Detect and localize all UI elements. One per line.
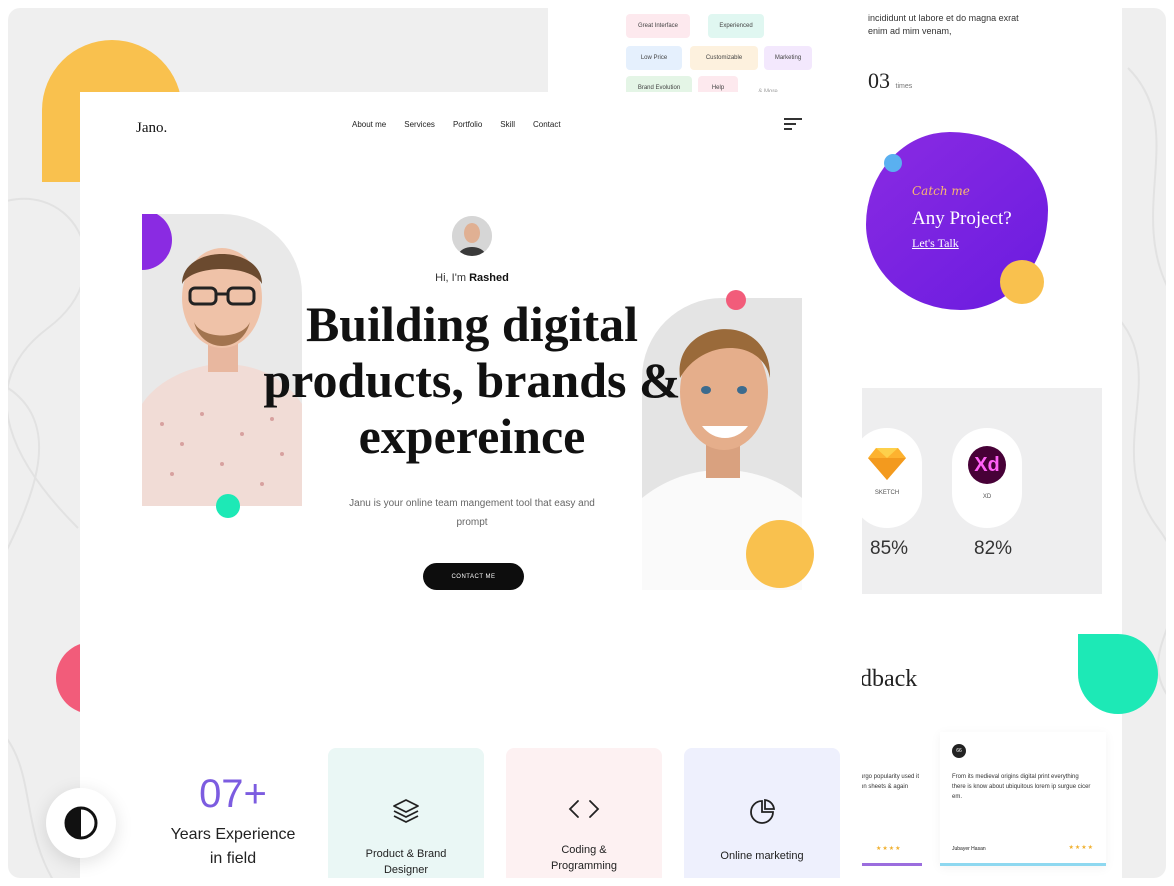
service-label: Coding & Programming — [550, 844, 618, 872]
times-number: 03 — [868, 68, 890, 93]
pie-chart-icon — [750, 799, 775, 824]
hero-headline: Building digital products, brands & expe… — [263, 296, 681, 464]
intro-line: incididunt ut labore et do magna exrat — [868, 13, 1019, 23]
skill-card-xd: Xd XD — [952, 428, 1022, 528]
feedback-accent-bar — [940, 863, 1106, 866]
feature-chip: Marketing — [764, 46, 812, 70]
skill-percent: 85% — [870, 538, 909, 559]
layers-icon — [393, 799, 419, 823]
intro-text: incididunt ut labore et do magna exrat e… — [868, 12, 1019, 38]
blob-script-text: Catch me — [912, 184, 970, 198]
skill-percent: 82% — [974, 538, 1013, 559]
service-label: Online marketing — [720, 850, 804, 862]
service-card-marketing[interactable]: Online marketing — [684, 748, 840, 878]
logo[interactable]: Jano. — [136, 120, 167, 137]
service-card-design[interactable]: Product & Brand Designer — [328, 748, 484, 878]
times-unit: times — [895, 83, 913, 90]
contact-me-button[interactable]: CONTACT ME — [423, 563, 524, 590]
avatar: 66 — [952, 744, 966, 758]
feature-chip: Brand Evolution — [626, 76, 692, 92]
nav-item-skill[interactable]: Skill — [500, 120, 515, 129]
nav-item-contact[interactable]: Contact — [533, 120, 561, 129]
intro-line: enim ad mim venam, — [868, 26, 952, 36]
showcase-stage: Great Interface Experienced Low Price Cu… — [8, 8, 1166, 878]
hamburger-menu-icon[interactable] — [784, 118, 802, 133]
experience-number: 07+ — [199, 772, 267, 816]
feature-chip: Great Interface — [626, 14, 690, 38]
blue-dot — [884, 154, 902, 172]
feedback-text: From its medieval origins digital print … — [952, 774, 1091, 800]
yellow-circle — [746, 520, 814, 588]
rating-stars: ★★★★ — [876, 846, 902, 852]
skill-card-sketch: SKETCH — [860, 428, 922, 528]
main-nav: About me Services Portfolio Skill Contac… — [352, 120, 561, 129]
sketch-icon — [868, 448, 906, 480]
feature-chip: Experienced — [708, 14, 764, 38]
avatar — [452, 216, 492, 256]
greeting-name: Rashed — [469, 272, 509, 284]
hero-subtext: Janu is your online team mangement tool … — [349, 498, 595, 528]
pink-dot — [726, 290, 746, 310]
experience-stat: 07+ Years Experience in field — [168, 772, 298, 871]
service-label: Product & Brand Designer — [365, 848, 447, 876]
feedback-card: 66 From its medieval origins digital pri… — [940, 732, 1106, 866]
xd-icon: Xd — [968, 446, 1006, 484]
feedback-title: dback — [860, 666, 918, 692]
contrast-icon — [64, 806, 98, 840]
experience-label: Years Experience in field — [170, 826, 296, 867]
theme-toggle-button[interactable] — [46, 788, 116, 858]
right-preview-panel: incididunt ut labore et do magna exrat e… — [860, 8, 1122, 878]
nav-item-services[interactable]: Services — [404, 120, 435, 129]
back-card-features: Great Interface Experienced Low Price Cu… — [548, 8, 868, 92]
times-counter: 03 times — [868, 68, 912, 94]
blob-title: Any Project? — [912, 208, 1012, 229]
feedback-text: urgo popularity used it on sheets & agai… — [860, 774, 920, 790]
skill-label: XD — [982, 494, 992, 500]
yellow-dot — [1000, 260, 1044, 304]
skill-label: SKETCH — [874, 490, 900, 496]
reviewer-name: Jubayer Hasan — [952, 846, 986, 852]
service-card-coding[interactable]: Coding & Programming — [506, 748, 662, 878]
feature-chip: Customizable — [690, 46, 758, 70]
main-landing-card: Jano. About me Services Portfolio Skill … — [80, 92, 862, 878]
nav-item-portfolio[interactable]: Portfolio — [453, 120, 482, 129]
nav-item-about[interactable]: About me — [352, 120, 386, 129]
feature-chip: Help — [698, 76, 738, 92]
lets-talk-link[interactable]: Let's Talk — [912, 236, 959, 251]
feature-chip: Low Price — [626, 46, 682, 70]
feature-chip: & More — [758, 89, 778, 92]
greeting: Hi, I'm Rashed — [372, 272, 572, 284]
rating-stars: ★★★★ — [1068, 845, 1094, 851]
green-dot — [216, 494, 240, 518]
code-icon — [568, 800, 600, 818]
green-drop-shape — [1078, 634, 1158, 714]
feedback-card: urgo popularity used it on sheets & agai… — [860, 732, 922, 866]
feedback-accent-bar — [860, 863, 922, 866]
greeting-prefix: Hi, I'm — [435, 272, 470, 284]
